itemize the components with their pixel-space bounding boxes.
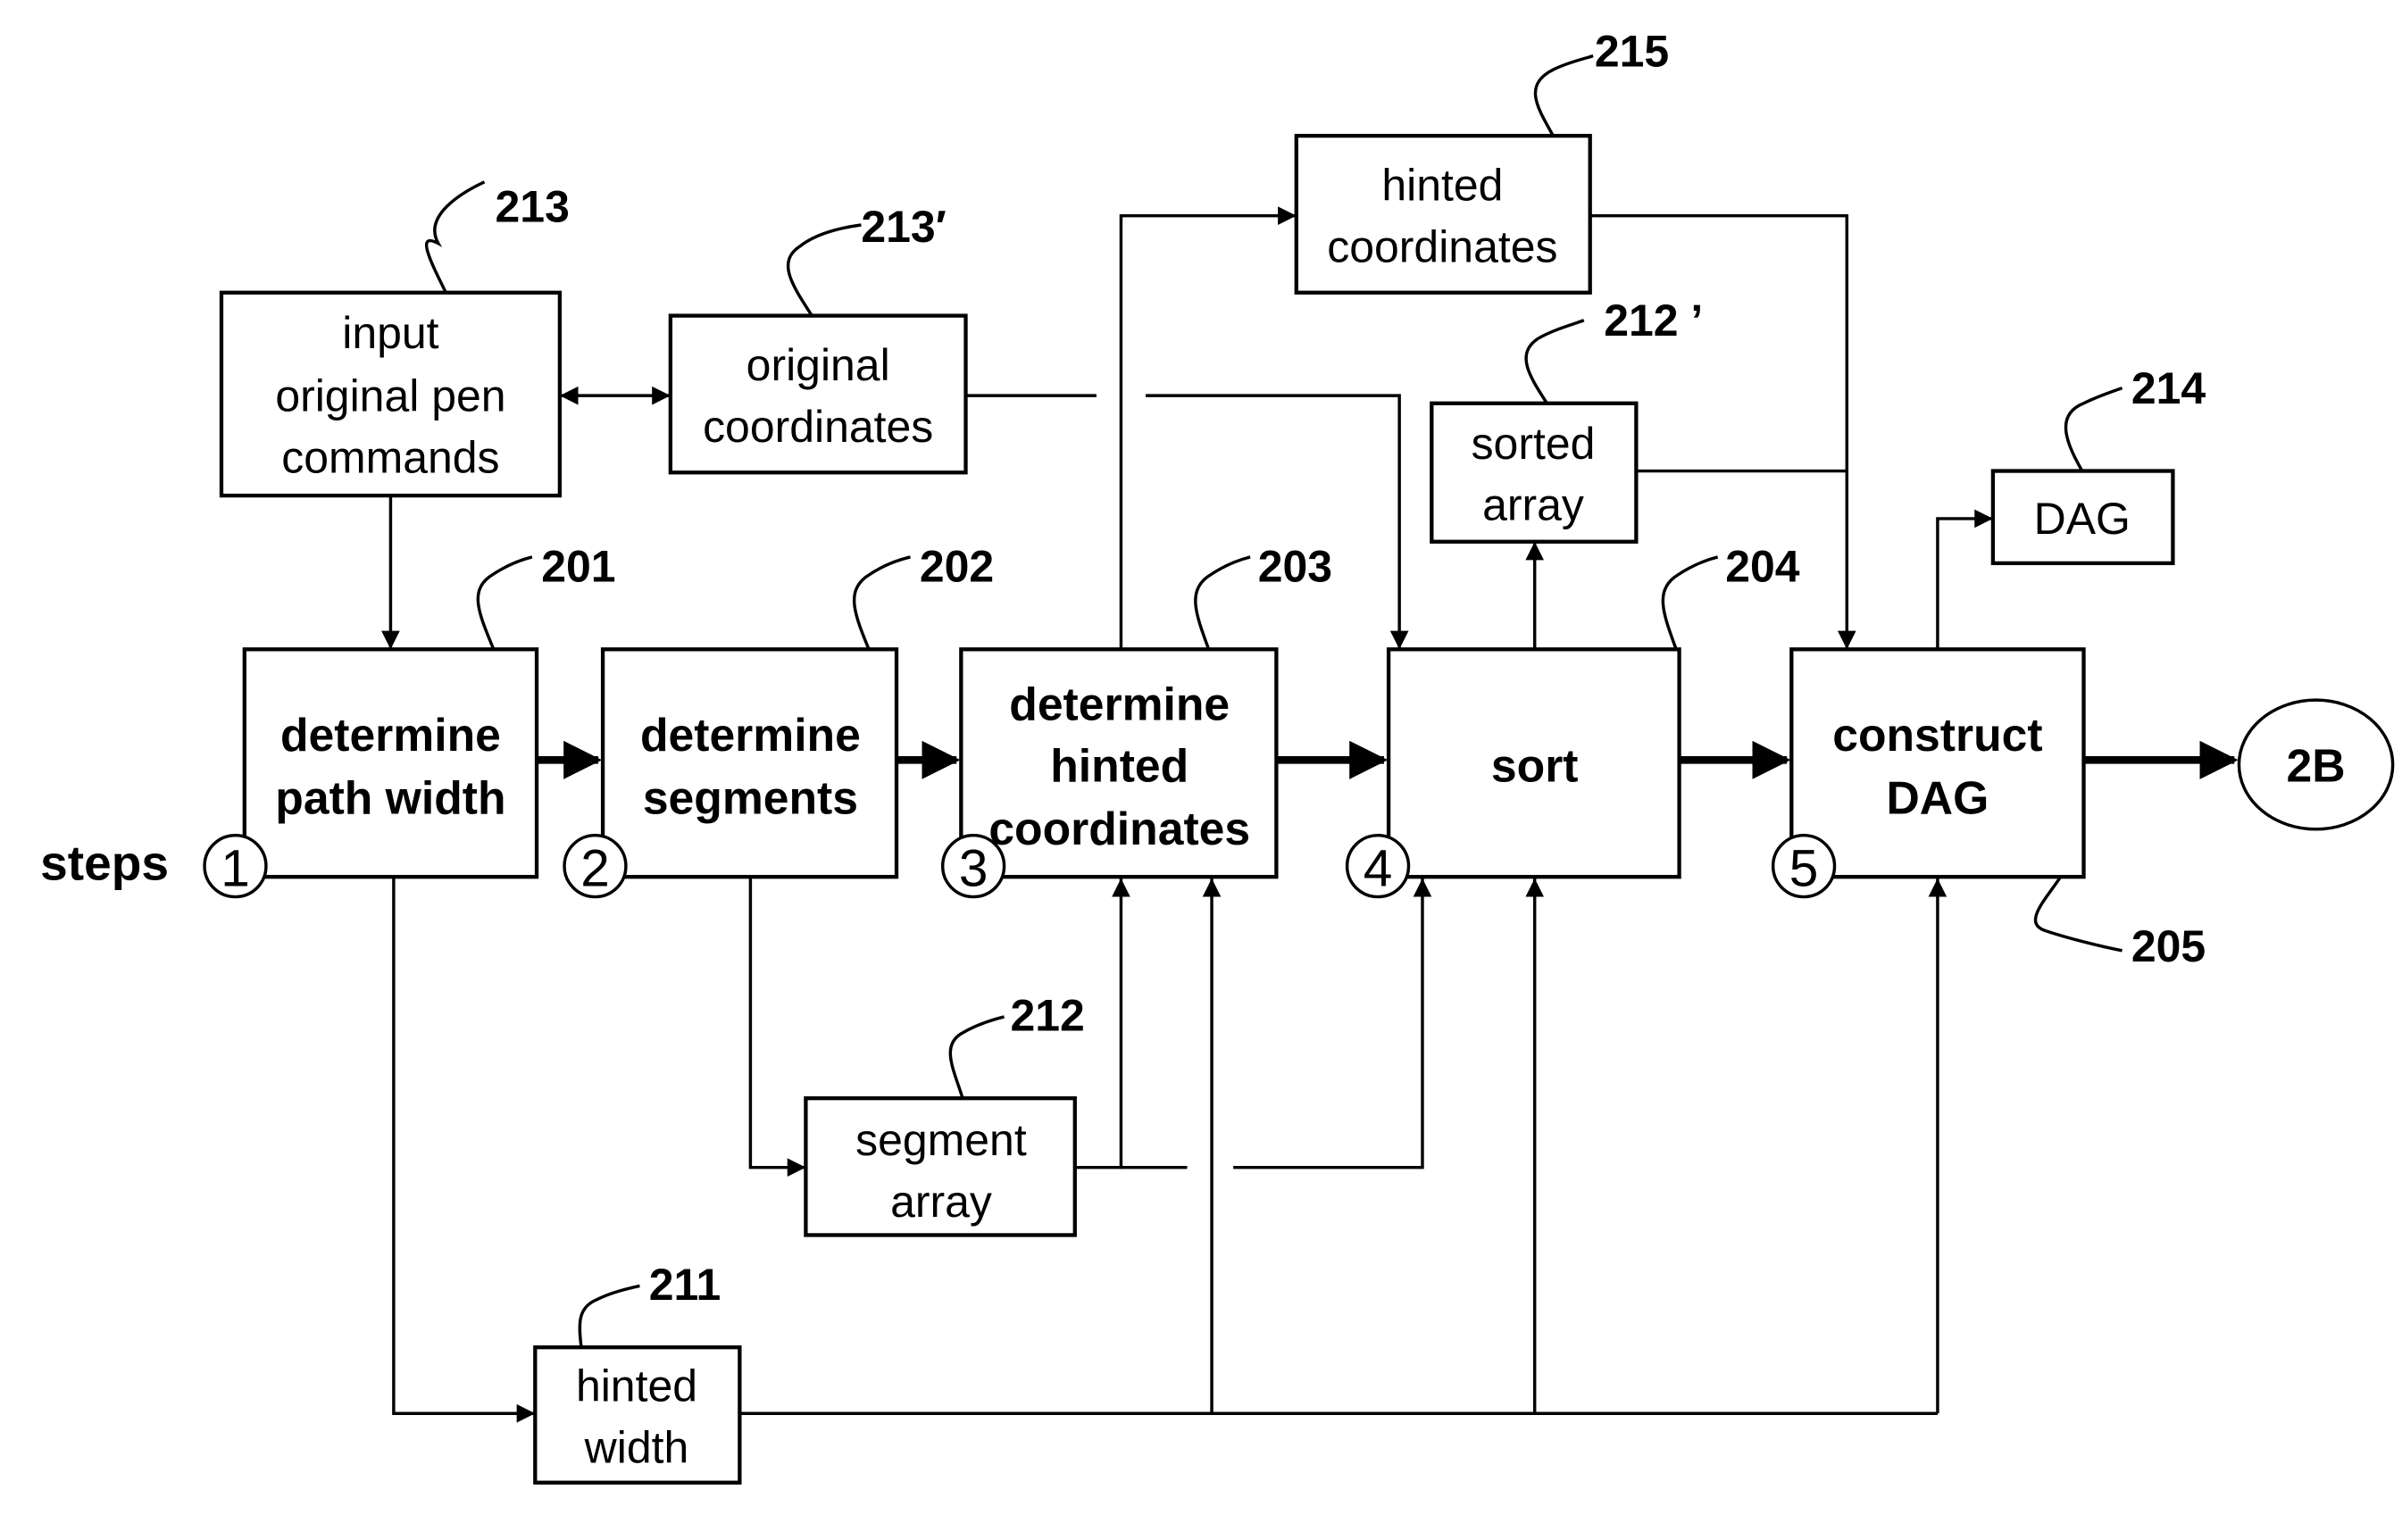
- box-text-line: path width: [275, 772, 505, 824]
- steps-label: steps: [40, 836, 169, 891]
- step-marker-4: 4: [1345, 833, 1411, 899]
- edge-construct-to-dag-store: [1936, 509, 1993, 650]
- flow-diagram: input original pen commands 213 original…: [40, 27, 2395, 1485]
- box-text-line: input: [342, 308, 438, 358]
- box-text-line: determine: [1009, 678, 1230, 730]
- data-box-segment-array[interactable]: segment array: [804, 1096, 1077, 1237]
- leader-212-prime: [1524, 319, 1585, 404]
- box-text-line: hinted: [576, 1361, 697, 1411]
- step-number: 1: [221, 840, 250, 898]
- data-box-sorted-array[interactable]: sorted array: [1430, 401, 1639, 544]
- ref-label-212: 212: [1010, 990, 1084, 1040]
- connector-label: 2B: [2287, 739, 2346, 791]
- box-text-line: sorted: [1472, 419, 1596, 469]
- step-marker-3: 3: [940, 833, 1006, 899]
- leader-212: [948, 1015, 1005, 1099]
- data-box-input-pen-commands[interactable]: input original pen commands: [219, 290, 563, 498]
- edge-array-to-sort-b: [1233, 878, 1432, 1170]
- edge-segments-to-array: [748, 877, 806, 1178]
- box-text-line: hinted: [1050, 739, 1188, 791]
- box-text-line: coordinates: [703, 402, 933, 452]
- leader-213-prime: [786, 223, 862, 317]
- ref-label-214: 214: [2131, 363, 2206, 413]
- step-marker-1: 1: [203, 833, 268, 899]
- box-text-line: determine: [280, 709, 501, 761]
- leader-211: [578, 1284, 640, 1348]
- leader-213: [424, 180, 486, 294]
- data-box-hinted-coordinates[interactable]: hinted coordinates: [1294, 133, 1592, 295]
- step-number: 2: [580, 840, 610, 898]
- box-text-line: commands: [281, 432, 499, 482]
- process-box-determine-segments[interactable]: determine segments: [600, 647, 899, 879]
- ref-label-202: 202: [920, 542, 994, 592]
- data-box-dag[interactable]: DAG: [1990, 469, 2175, 566]
- leader-204: [1661, 555, 1719, 650]
- box-text-line: coordinates: [1327, 221, 1557, 271]
- box-text-line: determine: [640, 709, 861, 761]
- step-marker-5: 5: [1771, 833, 1837, 899]
- leader-205: [2033, 876, 2123, 953]
- leader-215: [1533, 54, 1594, 137]
- process-box-determine-path-width[interactable]: determine path width: [242, 647, 539, 879]
- ref-label-213-prime: 213′: [861, 202, 946, 252]
- box-text-line: array: [1482, 480, 1584, 530]
- step-number: 4: [1364, 840, 1393, 898]
- step-number: 5: [1789, 840, 1819, 898]
- ref-label-212-prime: 212 ’: [1604, 296, 1703, 345]
- ref-label-204: 204: [1725, 542, 1800, 592]
- box-text-line: width: [584, 1422, 689, 1472]
- process-box-determine-hinted-coordinates[interactable]: determine hinted coordinates: [959, 647, 1279, 879]
- process-box-sort[interactable]: sort: [1386, 647, 1681, 879]
- leader-214: [2064, 386, 2123, 472]
- box-text-line: coordinates: [988, 803, 1250, 854]
- box-text-line: segments: [643, 772, 858, 824]
- step-marker-2: 2: [563, 833, 628, 899]
- leader-202: [852, 555, 911, 650]
- ref-label-203: 203: [1258, 542, 1332, 592]
- ref-label-213: 213: [496, 182, 570, 232]
- box-text-line: construct: [1832, 709, 2042, 761]
- box-text-line: DAG: [2034, 494, 2131, 544]
- box-text-line: segment: [855, 1115, 1027, 1165]
- box-text-line: hinted: [1381, 160, 1503, 210]
- leader-201: [476, 555, 533, 650]
- ref-label-211: 211: [649, 1260, 721, 1310]
- data-box-original-coordinates[interactable]: original coordinates: [668, 313, 968, 475]
- ref-label-215: 215: [1595, 27, 1669, 77]
- offpage-connector-2b[interactable]: 2B: [2237, 698, 2395, 831]
- leader-203: [1194, 555, 1251, 650]
- box-text-line: original: [746, 340, 890, 390]
- box-text-line: original pen: [275, 370, 505, 420]
- data-box-hinted-width[interactable]: hinted width: [533, 1345, 742, 1485]
- box-text-line: array: [890, 1177, 992, 1227]
- box-text-line: DAG: [1887, 772, 1989, 824]
- ref-label-205: 205: [2131, 921, 2206, 971]
- edge-path-width-to-hinted-width: [392, 877, 536, 1423]
- ref-label-201: 201: [541, 542, 615, 592]
- process-box-construct-dag[interactable]: construct DAG: [1789, 647, 2086, 879]
- box-text-line: sort: [1491, 739, 1579, 791]
- edge-original-coords-to-sort-b: [1146, 394, 1409, 650]
- step-number: 3: [959, 840, 988, 898]
